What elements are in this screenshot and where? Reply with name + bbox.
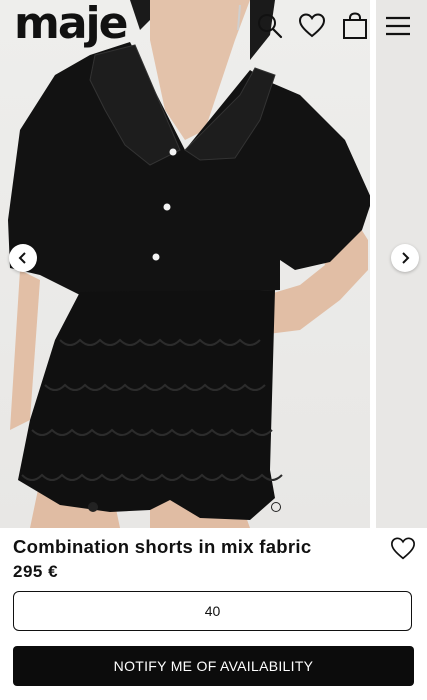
wishlist-heart-icon[interactable]	[390, 536, 416, 562]
site-header: maje	[0, 0, 427, 52]
product-price: 295 €	[13, 562, 59, 581]
chevron-left-icon	[18, 252, 26, 264]
model-illustration	[8, 0, 370, 528]
product-photo[interactable]	[0, 0, 370, 528]
product-image-gallery[interactable]: maje	[0, 0, 427, 528]
bag-icon[interactable]	[341, 12, 369, 40]
product-title: Combination shorts in mix fabric	[13, 536, 312, 557]
notify-availability-button[interactable]: NOTIFY ME OF AVAILABILITY	[13, 646, 414, 686]
notify-button-label: NOTIFY ME OF AVAILABILITY	[113, 658, 314, 674]
pagination-dot-2[interactable]	[271, 502, 281, 512]
gallery-pagination	[0, 502, 370, 516]
search-icon[interactable]	[256, 12, 284, 40]
size-selector[interactable]: 40	[13, 591, 412, 631]
brand-logo[interactable]: maje	[14, 0, 128, 50]
next-image-button[interactable]	[391, 244, 419, 272]
chevron-right-icon	[402, 252, 410, 264]
pagination-dot-1[interactable]	[88, 502, 98, 512]
menu-icon[interactable]	[384, 12, 412, 40]
previous-image-button[interactable]	[9, 244, 37, 272]
heart-icon[interactable]	[298, 12, 326, 40]
size-value: 40	[204, 603, 221, 619]
